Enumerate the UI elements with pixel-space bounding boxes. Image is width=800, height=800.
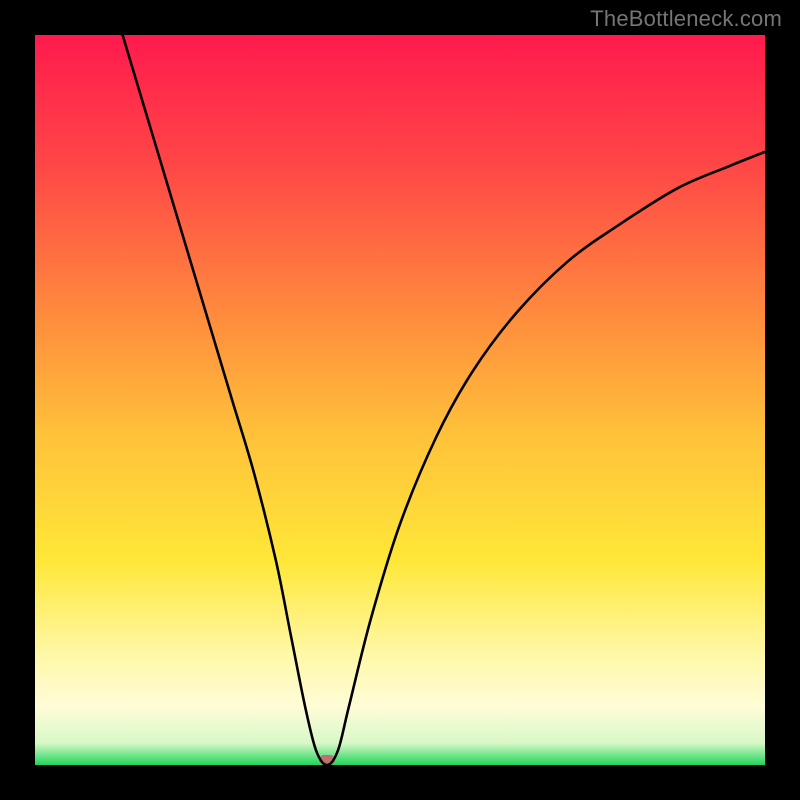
plot-area	[35, 35, 765, 765]
bottleneck-curve	[35, 35, 765, 765]
watermark-text: TheBottleneck.com	[590, 6, 782, 32]
chart-frame: TheBottleneck.com	[0, 0, 800, 800]
